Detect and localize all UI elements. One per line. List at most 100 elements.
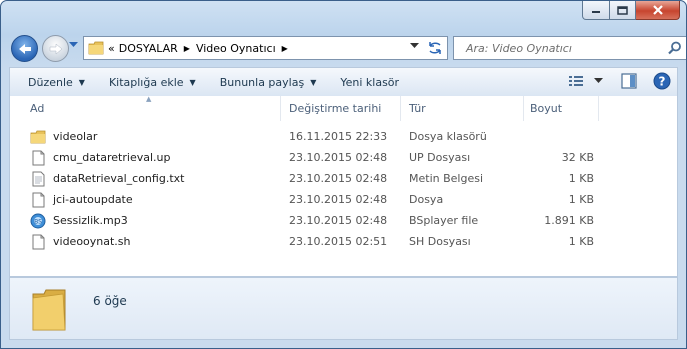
column-header-type-label: Tür <box>409 102 426 115</box>
caption-buttons <box>582 1 680 20</box>
change-view-icon[interactable] <box>568 74 584 88</box>
breadcrumb-item-video-oynatici[interactable]: Video Oynatıcı <box>196 42 276 55</box>
file-size: 32 KB <box>561 151 594 164</box>
back-button[interactable] <box>11 35 38 62</box>
large-folder-icon <box>32 289 66 331</box>
command-bar: Düzenle ▼ Kitaplığa ekle ▼ Bununla payla… <box>9 67 678 97</box>
search-icon[interactable] <box>668 41 682 55</box>
column-header-name-label: Ad <box>30 102 45 115</box>
close-icon <box>652 5 663 15</box>
column-header-type[interactable]: Tür <box>401 96 524 121</box>
file-date: 23.10.2015 02:48 <box>289 151 388 164</box>
file-name-cell: videolar <box>10 129 281 145</box>
forward-button[interactable] <box>42 35 69 62</box>
share-with-menu[interactable]: Bununla paylaş ▼ <box>208 68 329 96</box>
column-header-size-label: Boyut <box>530 102 563 115</box>
file-name: videolar <box>53 130 98 143</box>
file-name: videooynat.sh <box>53 235 131 248</box>
file-row[interactable]: videolar 16.11.2015 22:33 Dosya klasörü <box>10 126 677 147</box>
preview-pane-icon[interactable] <box>621 73 637 89</box>
svg-text:?: ? <box>659 75 666 89</box>
sort-ascending-icon: ▲ <box>146 95 152 103</box>
file-icon <box>30 234 46 250</box>
breadcrumb-overflow[interactable]: « <box>108 42 115 55</box>
file-type: Metin Belgesi <box>409 172 484 185</box>
file-row[interactable]: dataRetrieval_config.txt 23.10.2015 02:4… <box>10 168 677 189</box>
file-size: 1 KB <box>568 235 594 248</box>
help-icon[interactable]: ? <box>653 72 671 90</box>
dropdown-arrow-icon: ▼ <box>78 77 85 87</box>
file-type: Dosya <box>409 193 444 206</box>
close-button[interactable] <box>636 1 680 20</box>
navigation-bar: « DOSYALAR ▶ Video Oynatıcı ▶ Ara: Video… <box>11 34 686 62</box>
organize-menu[interactable]: Düzenle ▼ <box>10 68 97 96</box>
file-date: 23.10.2015 02:48 <box>289 193 388 206</box>
file-name-cell: dataRetrieval_config.txt <box>10 171 281 187</box>
file-row[interactable]: jci-autoupdate 23.10.2015 02:48 Dosya 1 … <box>10 189 677 210</box>
file-name: jci-autoupdate <box>53 193 133 206</box>
file-name: cmu_dataretrieval.up <box>53 151 171 164</box>
file-size: 1 KB <box>568 172 594 185</box>
view-controls: ? <box>568 72 671 90</box>
organize-menu-label: Düzenle <box>28 75 73 89</box>
folder-icon <box>88 41 104 55</box>
file-row[interactable]: videooynat.sh 23.10.2015 02:51 SH Dosyas… <box>10 231 677 252</box>
new-folder-label: Yeni klasör <box>340 75 400 89</box>
forward-arrow-icon <box>49 42 62 55</box>
details-pane: 6 öğe <box>9 277 678 340</box>
view-dropdown-icon[interactable] <box>594 78 603 84</box>
column-header-size[interactable]: Boyut <box>524 96 599 121</box>
recent-pages-dropdown-icon[interactable] <box>69 42 78 48</box>
file-row[interactable]: BS Sessizlik.mp3 23.10.2015 02:48 BSplay… <box>10 210 677 231</box>
item-count: 6 öğe <box>93 294 127 308</box>
file-icon <box>30 192 46 208</box>
file-row[interactable]: cmu_dataretrieval.up 23.10.2015 02:48 UP… <box>10 147 677 168</box>
file-icon <box>30 150 46 166</box>
minimize-button[interactable] <box>582 1 610 20</box>
file-type: Dosya klasörü <box>409 130 487 143</box>
svg-text:BS: BS <box>34 218 42 225</box>
breadcrumb-chevron-icon[interactable]: ▶ <box>184 44 190 53</box>
search-field[interactable]: Ara: Video Oynatıcı <box>453 36 686 60</box>
new-folder-button[interactable]: Yeni klasör <box>328 68 411 96</box>
address-dropdown-icon[interactable] <box>410 43 419 49</box>
minimize-icon <box>592 11 600 13</box>
dropdown-arrow-icon: ▼ <box>189 77 196 87</box>
file-list-pane: ▲ Ad Değiştirme tarihi Tür Boyut videola <box>9 95 678 277</box>
include-in-library-menu[interactable]: Kitaplığa ekle ▼ <box>97 68 208 96</box>
file-date: 23.10.2015 02:48 <box>289 214 388 227</box>
column-header-name[interactable]: ▲ Ad <box>10 95 281 121</box>
explorer-window: « DOSYALAR ▶ Video Oynatıcı ▶ Ara: Video… <box>0 0 687 349</box>
file-date: 23.10.2015 02:48 <box>289 172 388 185</box>
file-name-cell: videooynat.sh <box>10 234 281 250</box>
include-in-library-label: Kitaplığa ekle <box>108 75 184 89</box>
maximize-icon <box>617 5 628 15</box>
refresh-button[interactable] <box>423 36 448 60</box>
file-type: UP Dosyası <box>409 151 471 164</box>
media-file-icon: BS <box>30 213 46 229</box>
file-name: dataRetrieval_config.txt <box>53 172 185 185</box>
file-name: Sessizlik.mp3 <box>53 214 128 227</box>
file-name-cell: cmu_dataretrieval.up <box>10 150 281 166</box>
column-header-date-label: Değiştirme tarihi <box>289 102 382 115</box>
maximize-button[interactable] <box>610 1 636 20</box>
dropdown-arrow-icon: ▼ <box>310 77 317 87</box>
file-type: BSplayer file <box>409 214 479 227</box>
file-rows: videolar 16.11.2015 22:33 Dosya klasörü … <box>10 126 677 252</box>
breadcrumb-item-dosyalar[interactable]: DOSYALAR <box>119 42 178 55</box>
column-headers: ▲ Ad Değiştirme tarihi Tür Boyut <box>10 95 677 121</box>
folder-icon <box>30 129 46 145</box>
file-date: 16.11.2015 22:33 <box>289 130 388 143</box>
file-type: SH Dosyası <box>409 235 471 248</box>
column-header-date[interactable]: Değiştirme tarihi <box>281 96 401 121</box>
text-file-icon <box>30 171 46 187</box>
address-bar[interactable]: « DOSYALAR ▶ Video Oynatıcı ▶ <box>83 36 425 60</box>
share-with-label: Bununla paylaş <box>219 75 305 89</box>
back-arrow-icon <box>18 43 31 54</box>
breadcrumb-chevron-icon[interactable]: ▶ <box>282 44 288 53</box>
file-name-cell: jci-autoupdate <box>10 192 281 208</box>
file-name-cell: BS Sessizlik.mp3 <box>10 213 281 229</box>
refresh-icon <box>429 42 441 54</box>
search-placeholder: Ara: Video Oynatıcı <box>466 41 572 55</box>
file-size: 1.891 KB <box>544 214 594 227</box>
